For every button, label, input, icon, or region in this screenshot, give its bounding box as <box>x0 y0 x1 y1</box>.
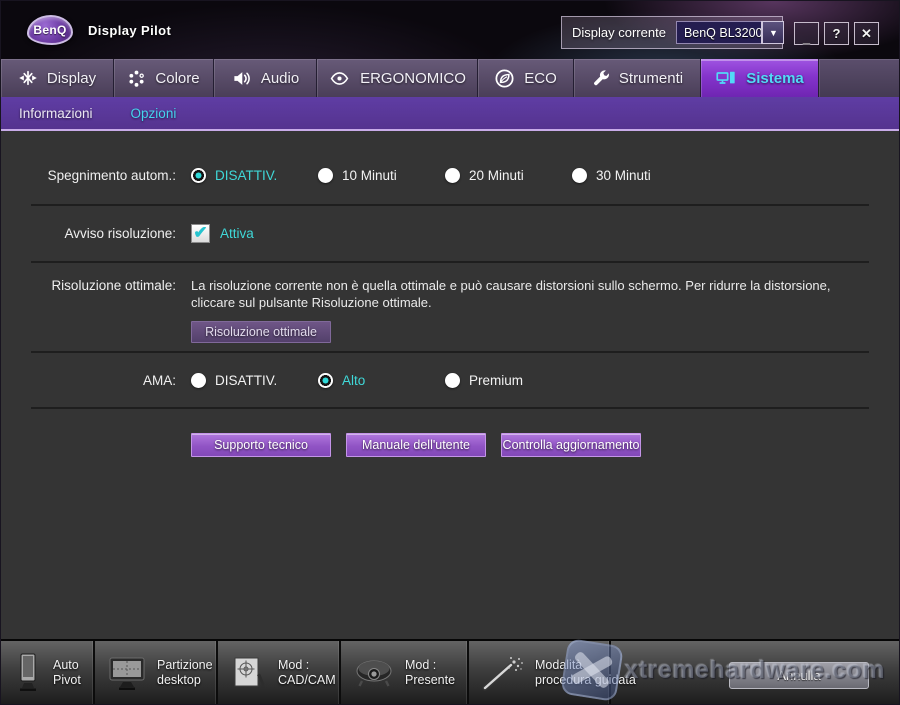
chevron-down-icon[interactable]: ▼ <box>762 22 783 43</box>
radio-icon <box>572 168 587 183</box>
display-pilot-window: BenQ Display Pilot Display corrente BenQ… <box>0 0 900 705</box>
sub-tab-bar: Informazioni Opzioni <box>1 97 899 131</box>
tab-colore[interactable]: Colore <box>114 59 214 97</box>
desktop-partition-icon <box>107 653 147 693</box>
optimal-resolution-button[interactable]: Risoluzione ottimale <box>191 321 331 343</box>
radio-icon <box>191 168 206 183</box>
auto-power-off-label: Spegnimento autom.: <box>31 168 176 183</box>
presentation-icon <box>353 655 395 691</box>
subtab-informazioni[interactable]: Informazioni <box>19 106 93 121</box>
radio-ama-premium[interactable]: Premium <box>445 373 572 388</box>
tab-bar-filler <box>819 59 899 97</box>
attiva-label: Attiva <box>220 226 254 241</box>
resolution-notice-label: Avviso risoluzione: <box>31 226 176 241</box>
tab-label: ECO <box>524 70 557 87</box>
resolution-notice-row: Avviso risoluzione: ✔ Attiva <box>31 206 869 263</box>
ama-label: AMA: <box>31 373 176 388</box>
check-update-button[interactable]: Controlla aggiornamento <box>501 433 641 457</box>
options-panel: Spegnimento autom.: DISATTIV. 10 Minuti … <box>1 131 899 639</box>
auto-power-off-row: Spegnimento autom.: DISATTIV. 10 Minuti … <box>31 131 869 206</box>
desktop-partition-item[interactable]: Partizionedesktop <box>95 641 218 704</box>
attiva-checkbox[interactable]: ✔ <box>191 224 210 243</box>
tab-audio[interactable]: Audio <box>214 59 317 97</box>
cadcam-mode-item[interactable]: Mod :CAD/CAM <box>218 641 341 704</box>
optimal-resolution-row: Risoluzione ottimale: La risoluzione cor… <box>31 263 869 353</box>
monitor-dropdown[interactable]: BenQ BL3200 ▼ <box>676 21 785 44</box>
help-button[interactable]: ? <box>824 22 849 45</box>
optimal-resolution-description: La risoluzione corrente non è quella ott… <box>191 278 869 311</box>
radio-20-minuti[interactable]: 20 Minuti <box>445 168 572 183</box>
color-icon <box>127 69 146 88</box>
eye-icon <box>328 69 351 88</box>
tab-label: Display <box>47 70 96 87</box>
window-controls: _ ? ✕ <box>794 22 879 45</box>
radio-icon <box>318 168 333 183</box>
cadcam-icon <box>230 654 268 692</box>
app-title: Display Pilot <box>88 23 171 38</box>
minimize-button[interactable]: _ <box>794 22 819 45</box>
radio-icon <box>191 373 206 388</box>
tab-ergonomico[interactable]: ERGONOMICO <box>317 59 478 97</box>
checkmark-icon: ✔ <box>193 224 207 241</box>
tab-eco[interactable]: ECO <box>478 59 574 97</box>
auto-pivot-item[interactable]: AutoPivot <box>1 641 95 704</box>
monitor-dropdown-value: BenQ BL3200 <box>677 26 763 40</box>
radio-disattiv[interactable]: DISATTIV. <box>191 168 318 183</box>
tab-strumenti[interactable]: Strumenti <box>574 59 701 97</box>
tab-display[interactable]: Display <box>1 59 114 97</box>
display-selector-label: Display corrente <box>572 25 666 40</box>
tab-label: Colore <box>155 70 199 87</box>
display-icon <box>18 68 38 88</box>
presentation-mode-item[interactable]: Mod :Presente <box>341 641 469 704</box>
wizard-mode-item[interactable]: Modalitàprocedura guidata <box>469 641 611 704</box>
eco-leaf-icon <box>494 68 515 89</box>
main-tab-bar: Display Colore Audio ERGONOMICO ECO <box>1 59 899 97</box>
radio-30-minuti[interactable]: 30 Minuti <box>572 168 699 183</box>
tab-sistema[interactable]: Sistema <box>701 59 819 97</box>
benq-logo: BenQ <box>27 15 73 45</box>
radio-icon <box>318 373 333 388</box>
tab-label: Audio <box>261 70 299 87</box>
radio-10-minuti[interactable]: 10 Minuti <box>318 168 445 183</box>
audio-icon <box>231 69 252 88</box>
tab-label: Strumenti <box>619 70 683 87</box>
feature-bar: AutoPivot Partizionedesktop Mod :CAD/CAM… <box>1 639 900 704</box>
support-button[interactable]: Supporto tecnico <box>191 433 331 457</box>
tab-label: ERGONOMICO <box>360 70 466 87</box>
close-button[interactable]: ✕ <box>854 22 879 45</box>
system-icon <box>715 68 737 88</box>
cancel-button[interactable]: Annulla <box>729 662 869 689</box>
auto-pivot-icon <box>13 652 43 694</box>
wrench-icon <box>591 69 610 88</box>
radio-icon <box>445 168 460 183</box>
radio-ama-disattiv[interactable]: DISATTIV. <box>191 373 318 388</box>
wizard-wand-icon <box>481 654 525 692</box>
subtab-opzioni[interactable]: Opzioni <box>131 106 177 121</box>
benq-logo-text: BenQ <box>33 23 66 37</box>
action-buttons-row: Supporto tecnico Manuale dell'utente Con… <box>191 433 869 457</box>
user-manual-button[interactable]: Manuale dell'utente <box>346 433 486 457</box>
optimal-resolution-label: Risoluzione ottimale: <box>31 278 176 351</box>
radio-icon <box>445 373 460 388</box>
tab-label: Sistema <box>746 70 804 87</box>
display-selector-panel: Display corrente BenQ BL3200 ▼ <box>561 16 783 49</box>
title-bar: BenQ Display Pilot Display corrente BenQ… <box>1 1 899 59</box>
ama-row: AMA: DISATTIV. Alto Premium <box>31 353 869 409</box>
radio-ama-alto[interactable]: Alto <box>318 373 445 388</box>
